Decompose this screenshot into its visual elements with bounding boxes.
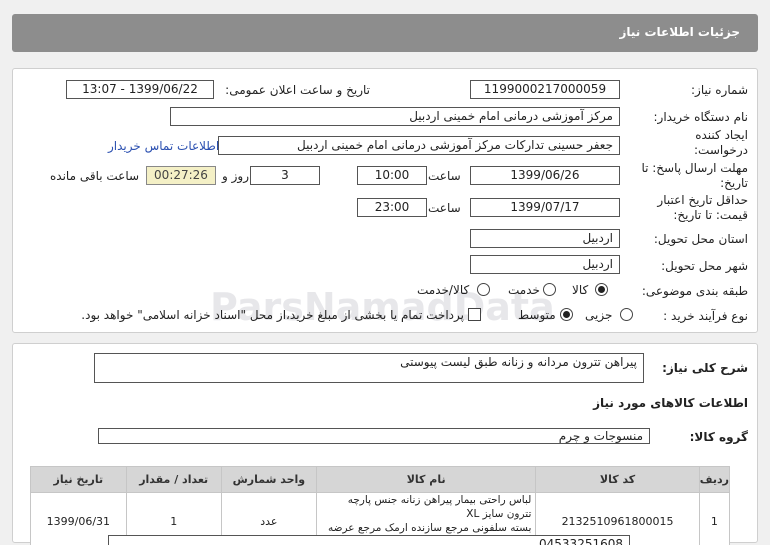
row-name-line1: لباس راحتی بیمار پیراهن زنانه جنس پارچه … xyxy=(347,494,532,520)
col-name: نام کالا xyxy=(315,466,537,493)
goods-table-header: تاریخ نیاز تعداد / مقدار واحد شمارش نام … xyxy=(30,466,731,493)
process-label: نوع فرآیند خرید : xyxy=(663,309,748,323)
category-radio-goods[interactable] xyxy=(595,283,608,296)
category-option-goods: کالا xyxy=(572,283,589,297)
goods-group-field: منسوجات و چرم xyxy=(98,428,650,444)
need-number-field: 1199000217000059 xyxy=(470,80,620,99)
col-unit: واحد شمارش xyxy=(220,466,317,493)
row-index: 1 xyxy=(698,492,731,545)
col-index: ردیف xyxy=(698,466,731,493)
creator-label: ایجاد کننده درخواست: xyxy=(694,128,748,157)
col-code: کد کالا xyxy=(535,466,700,493)
description-label: شرح کلی نیاز: xyxy=(662,361,748,375)
days-remaining-field: 3 xyxy=(250,166,320,185)
deadline-time-field: 10:00 xyxy=(357,166,427,185)
contact-info-link[interactable]: اطلاعات تماس خریدار xyxy=(108,139,219,153)
category-option-service: خدمت xyxy=(508,283,540,297)
treasury-payment-note: پرداخت تمام یا بخشی از مبلغ خرید،از محل … xyxy=(81,308,464,322)
time-remaining-label: ساعت باقی مانده xyxy=(50,169,140,183)
deadline-time-label: ساعت xyxy=(428,169,461,183)
province-field: اردبیل xyxy=(470,229,620,248)
category-label: طبقه بندی موضوعی: xyxy=(641,284,748,298)
category-radio-service[interactable] xyxy=(543,283,556,296)
creator-field: جعفر حسینی تدارکات مرکز آموزشی درمانی ام… xyxy=(218,136,620,155)
need-number-label: شماره نیاز: xyxy=(691,83,748,97)
category-option-goods-service: کالا/خدمت xyxy=(417,283,470,297)
page-title: جزئیات اطلاعات نیاز xyxy=(619,25,740,39)
city-label: شهر محل تحویل: xyxy=(661,259,748,273)
process-radio-medium[interactable] xyxy=(560,308,573,321)
validity-time-field: 23:00 xyxy=(357,198,427,217)
city-field: اردبیل xyxy=(470,255,620,274)
process-radio-minor[interactable] xyxy=(620,308,633,321)
goods-section-title: اطلاعات کالاهای مورد نیاز xyxy=(593,396,748,410)
deadline-label: مهلت ارسال پاسخ: تا تاریخ: xyxy=(641,161,748,190)
days-label: روز و xyxy=(222,169,249,183)
goods-table: تاریخ نیاز تعداد / مقدار واحد شمارش نام … xyxy=(30,466,731,545)
buyer-notes-field: 04533251608 xyxy=(108,535,630,545)
page-header: جزئیات اطلاعات نیاز xyxy=(12,14,758,52)
time-remaining-field: 00:27:26 xyxy=(146,166,216,185)
province-label: استان محل تحویل: xyxy=(653,232,748,246)
col-qty: تعداد / مقدار xyxy=(125,466,222,493)
process-option-medium: متوسط xyxy=(518,308,556,322)
treasury-payment-checkbox[interactable] xyxy=(468,308,481,321)
validity-label: حداقل تاریخ اعتبار قیمت: تا تاریخ: xyxy=(657,193,748,222)
validity-date-field: 1399/07/17 xyxy=(470,198,620,217)
validity-time-label: ساعت xyxy=(428,201,461,215)
buyer-field: مرکز آموزشی درمانی امام خمینی اردبیل xyxy=(170,107,620,126)
announce-field: 1399/06/22 - 13:07 xyxy=(66,80,214,99)
col-date: تاریخ نیاز xyxy=(30,466,127,493)
goods-group-label: گروه کالا: xyxy=(689,430,748,444)
deadline-date-field: 1399/06/26 xyxy=(470,166,620,185)
process-option-minor: جزیی xyxy=(585,308,613,322)
description-field: پیراهن تترون مردانه و زنانه طبق لیست پیو… xyxy=(94,353,644,383)
announce-label: تاریخ و ساعت اعلان عمومی: xyxy=(225,83,370,97)
category-radio-goods-service[interactable] xyxy=(477,283,490,296)
buyer-label: نام دستگاه خریدار: xyxy=(653,110,749,124)
